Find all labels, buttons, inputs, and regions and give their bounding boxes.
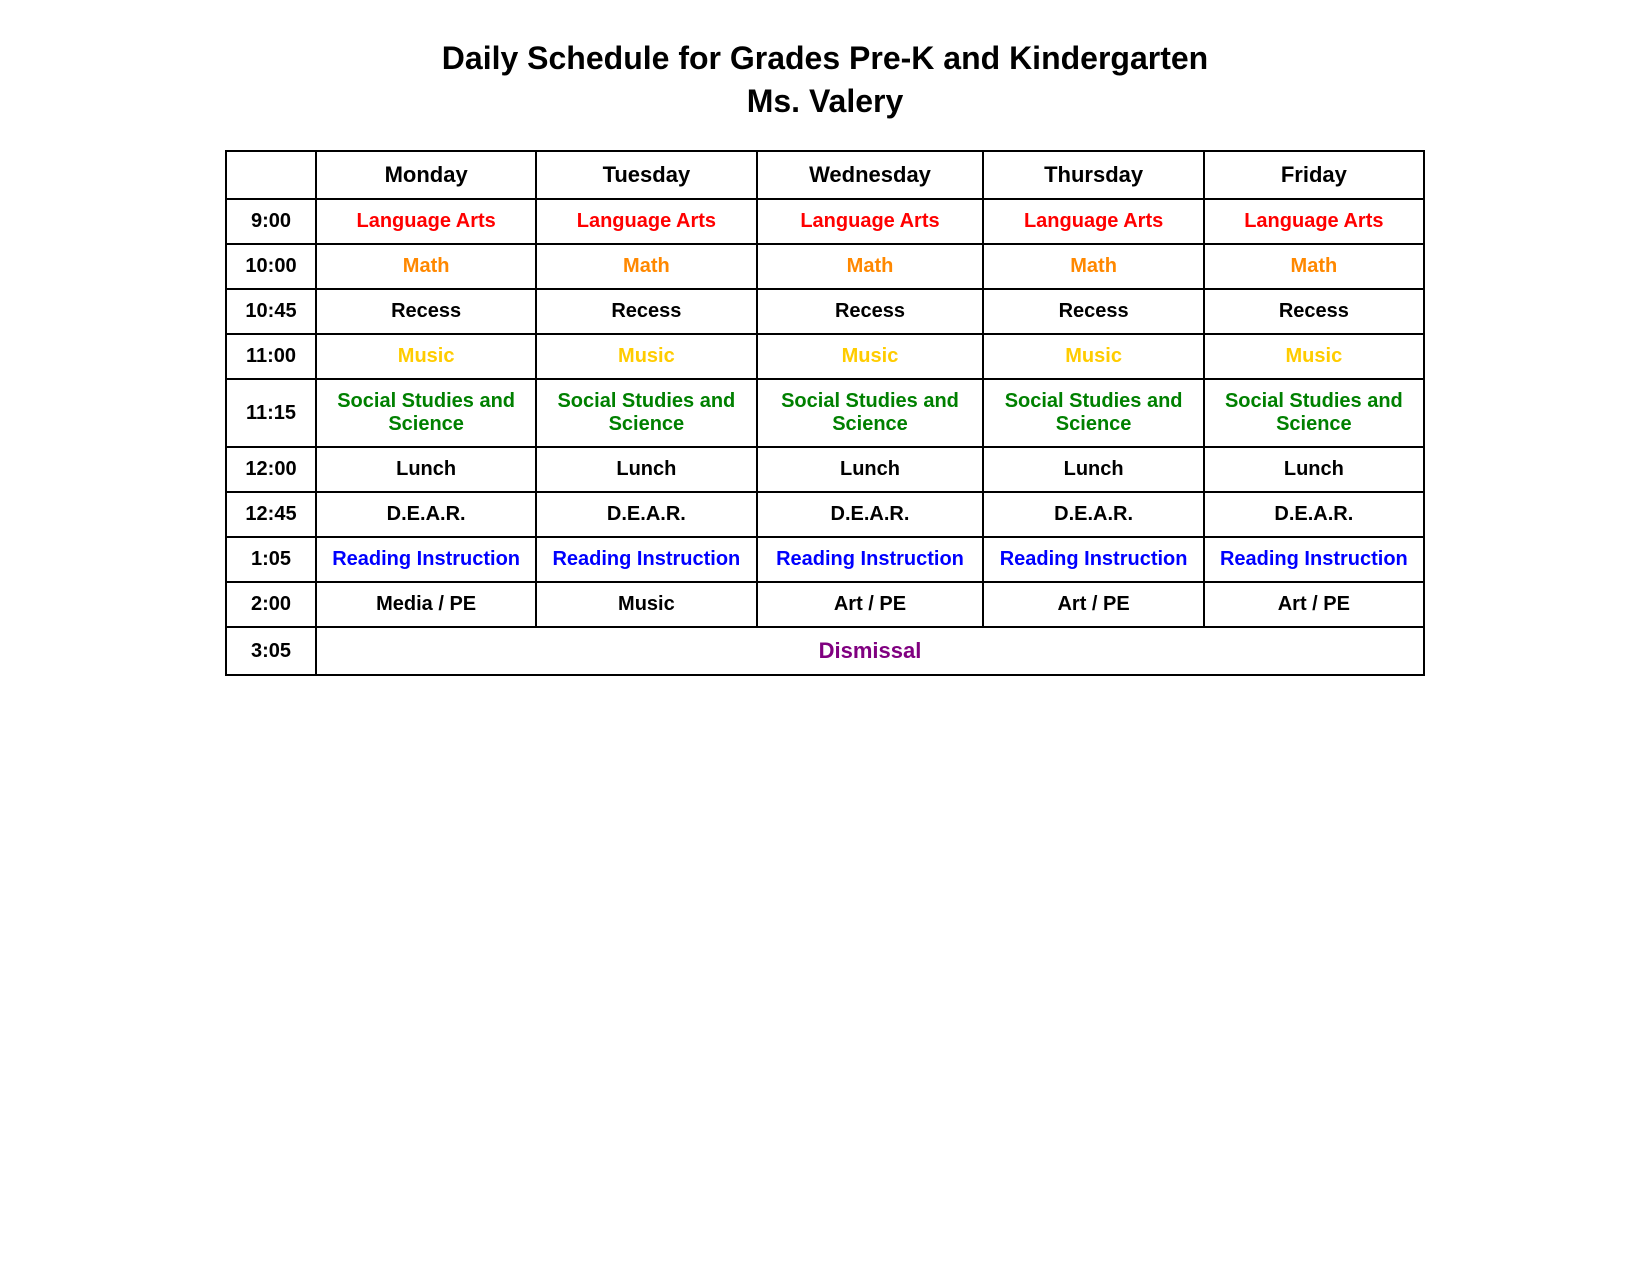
table-row: 10:45RecessRecessRecessRecessRecess	[226, 289, 1424, 334]
subject-cell: Reading Instruction	[536, 537, 756, 582]
subject-cell: Math	[316, 244, 536, 289]
header-thursday: Thursday	[983, 151, 1203, 199]
subject-cell: Reading Instruction	[757, 537, 984, 582]
header-tuesday: Tuesday	[536, 151, 756, 199]
subject-cell: Reading Instruction	[316, 537, 536, 582]
subject-cell: Math	[757, 244, 984, 289]
subject-cell: D.E.A.R.	[757, 492, 984, 537]
subject-cell: Language Arts	[1204, 199, 1424, 244]
dismissal-cell: Dismissal	[316, 627, 1424, 675]
subject-cell: Lunch	[757, 447, 984, 492]
header-friday: Friday	[1204, 151, 1424, 199]
time-cell: 11:00	[226, 334, 316, 379]
subject-cell: Art / PE	[757, 582, 984, 627]
subject-cell: Language Arts	[983, 199, 1203, 244]
time-cell: 2:00	[226, 582, 316, 627]
time-cell: 12:45	[226, 492, 316, 537]
subject-cell: Art / PE	[983, 582, 1203, 627]
time-cell: 10:45	[226, 289, 316, 334]
subject-cell: Music	[316, 334, 536, 379]
subject-cell: Social Studies and Science	[536, 379, 756, 447]
table-row: 1:05Reading InstructionReading Instructi…	[226, 537, 1424, 582]
time-cell: 3:05	[226, 627, 316, 675]
subject-cell: Social Studies and Science	[757, 379, 984, 447]
subject-cell: D.E.A.R.	[316, 492, 536, 537]
subject-cell: Lunch	[536, 447, 756, 492]
time-cell: 1:05	[226, 537, 316, 582]
subject-cell: Lunch	[1204, 447, 1424, 492]
subject-cell: Music	[757, 334, 984, 379]
subject-cell: Social Studies and Science	[1204, 379, 1424, 447]
page-title-line2: Ms. Valery	[747, 83, 904, 120]
subject-cell: Lunch	[316, 447, 536, 492]
header-row: Monday Tuesday Wednesday Thursday Friday	[226, 151, 1424, 199]
schedule-table: Monday Tuesday Wednesday Thursday Friday…	[225, 150, 1425, 676]
subject-cell: Reading Instruction	[1204, 537, 1424, 582]
page-title-line1: Daily Schedule for Grades Pre-K and Kind…	[442, 40, 1208, 77]
table-row: 12:00LunchLunchLunchLunchLunch	[226, 447, 1424, 492]
header-time	[226, 151, 316, 199]
page-container: Daily Schedule for Grades Pre-K and Kind…	[225, 40, 1425, 676]
subject-cell: Lunch	[983, 447, 1203, 492]
subject-cell: Math	[536, 244, 756, 289]
subject-cell: Social Studies and Science	[316, 379, 536, 447]
subject-cell: Math	[983, 244, 1203, 289]
subject-cell: Recess	[983, 289, 1203, 334]
table-row: 11:15Social Studies and ScienceSocial St…	[226, 379, 1424, 447]
time-cell: 11:15	[226, 379, 316, 447]
subject-cell: D.E.A.R.	[983, 492, 1203, 537]
table-row: 11:00MusicMusicMusicMusicMusic	[226, 334, 1424, 379]
table-row: 10:00MathMathMathMathMath	[226, 244, 1424, 289]
time-cell: 9:00	[226, 199, 316, 244]
subject-cell: D.E.A.R.	[1204, 492, 1424, 537]
time-cell: 12:00	[226, 447, 316, 492]
table-row: 12:45D.E.A.R.D.E.A.R.D.E.A.R.D.E.A.R.D.E…	[226, 492, 1424, 537]
subject-cell: Recess	[1204, 289, 1424, 334]
header-wednesday: Wednesday	[757, 151, 984, 199]
header-monday: Monday	[316, 151, 536, 199]
subject-cell: Math	[1204, 244, 1424, 289]
subject-cell: Recess	[536, 289, 756, 334]
subject-cell: Language Arts	[757, 199, 984, 244]
subject-cell: Media / PE	[316, 582, 536, 627]
table-row: 2:00Media / PEMusicArt / PEArt / PEArt /…	[226, 582, 1424, 627]
subject-cell: Reading Instruction	[983, 537, 1203, 582]
subject-cell: Music	[536, 334, 756, 379]
subject-cell: Art / PE	[1204, 582, 1424, 627]
subject-cell: Music	[536, 582, 756, 627]
subject-cell: Language Arts	[316, 199, 536, 244]
subject-cell: Language Arts	[536, 199, 756, 244]
subject-cell: Music	[1204, 334, 1424, 379]
table-row: 9:00Language ArtsLanguage ArtsLanguage A…	[226, 199, 1424, 244]
subject-cell: Recess	[316, 289, 536, 334]
subject-cell: Social Studies and Science	[983, 379, 1203, 447]
subject-cell: Recess	[757, 289, 984, 334]
subject-cell: D.E.A.R.	[536, 492, 756, 537]
time-cell: 10:00	[226, 244, 316, 289]
table-row: 3:05Dismissal	[226, 627, 1424, 675]
subject-cell: Music	[983, 334, 1203, 379]
